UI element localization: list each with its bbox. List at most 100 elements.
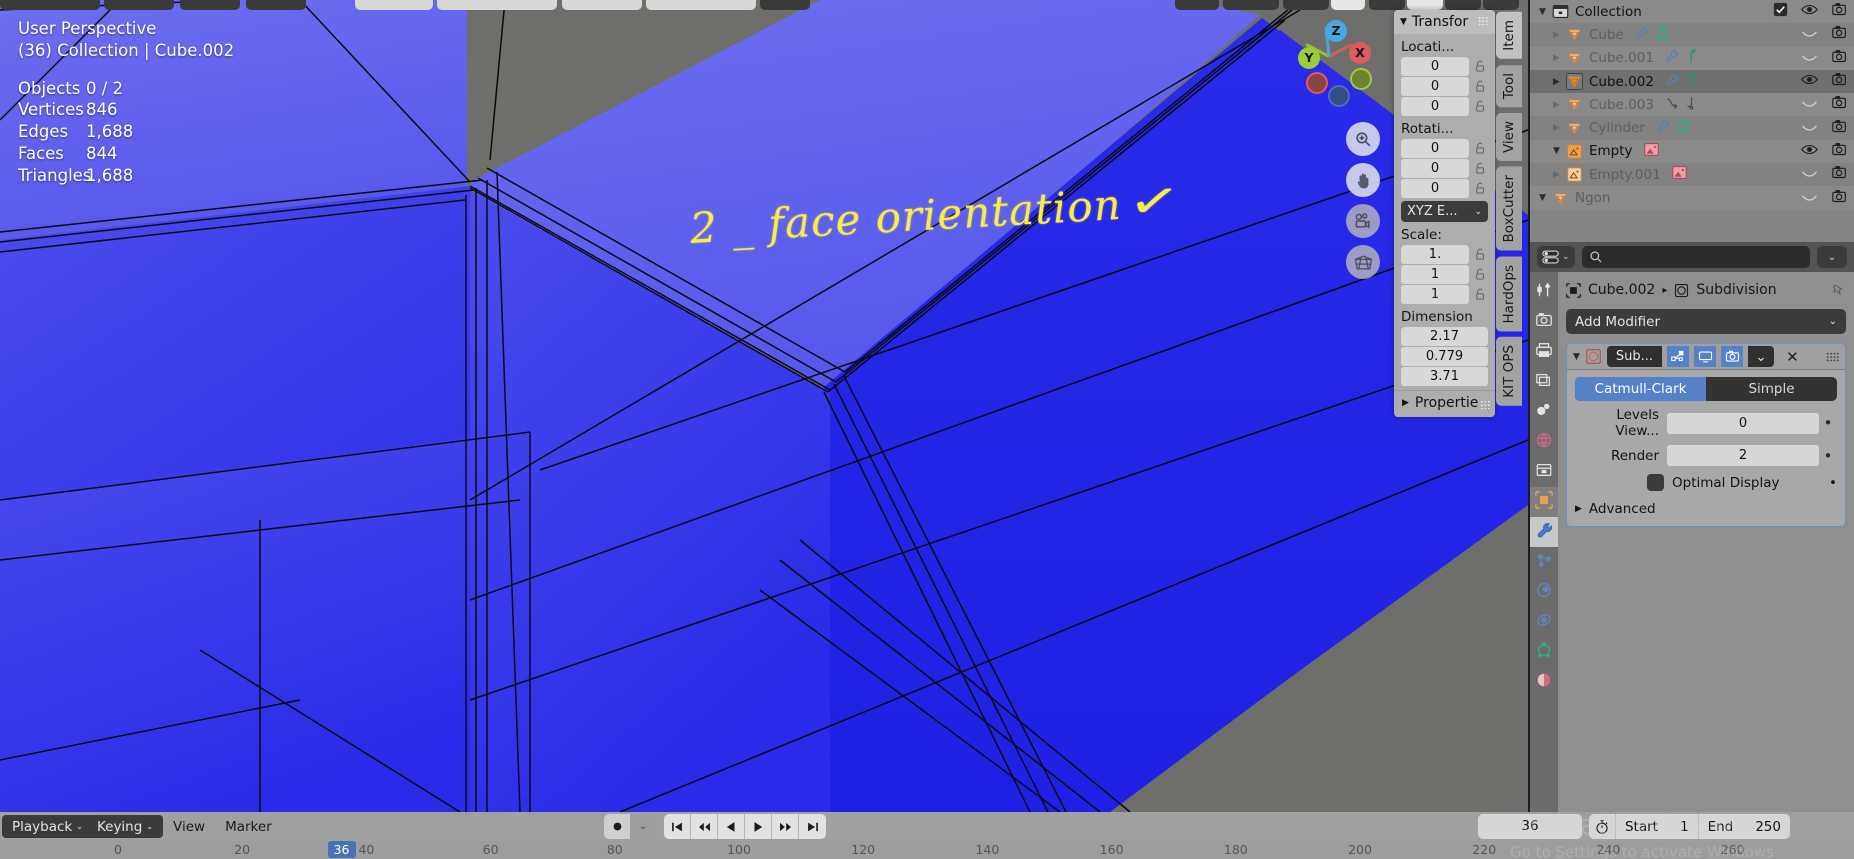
outliner-editor[interactable]: ▼ Collection ▶ Cube ▶ Cube.001 ▶ Cube.002 ▶ Cube.… — [1530, 0, 1854, 242]
camera-icon[interactable] — [1831, 119, 1848, 138]
viewport-toolbar-cropped[interactable] — [0, 0, 1528, 11]
wrench-icon[interactable] — [1655, 118, 1671, 138]
n-panel-item-tab[interactable]: ▼ Transfor Locati... 000 Rotati... 000 X… — [1394, 10, 1495, 417]
edit-mode-icon[interactable] — [1667, 346, 1690, 367]
properties-tab-particles[interactable] — [1530, 547, 1558, 577]
scale-row[interactable]: 1 — [1401, 285, 1488, 304]
rotation-mode-dropdown[interactable]: XYZ E... ⌄ — [1401, 201, 1488, 222]
subdivision-type-simple[interactable]: Simple — [1706, 377, 1837, 401]
eye-closed-icon[interactable] — [1801, 50, 1818, 67]
realtime-icon[interactable] — [1694, 346, 1717, 367]
eye-closed-icon[interactable] — [1801, 120, 1818, 137]
properties-subpanel-header[interactable]: ▶ Propertie — [1394, 390, 1495, 411]
render-levels-row[interactable]: Render 2 • — [1575, 445, 1837, 466]
scale-row[interactable]: 1 — [1401, 265, 1488, 284]
outliner-item-icons[interactable] — [1634, 25, 1671, 45]
rotation-row[interactable]: 0 — [1401, 179, 1488, 198]
3d-viewport[interactable]: User Perspective (36) Collection | Cube.… — [0, 0, 1528, 812]
camera-icon[interactable] — [1831, 2, 1848, 21]
location-row[interactable]: 0 — [1401, 97, 1488, 116]
properties-tab-modifier[interactable] — [1530, 517, 1558, 547]
toolbar-chip[interactable] — [355, 0, 433, 10]
curve-icon[interactable] — [1664, 95, 1680, 115]
toolbar-chip[interactable] — [104, 0, 174, 10]
transport-controls[interactable]: ⌄ — [604, 814, 826, 839]
chevron-down-icon[interactable]: ▼ — [1535, 7, 1550, 17]
render-levels-field[interactable]: 2 — [1667, 445, 1819, 466]
properties-tab-render[interactable] — [1530, 307, 1558, 337]
timeline-editor[interactable]: Playback ⌄ Keying ⌄ View Marker ⌄ 36 Sta… — [0, 812, 1854, 859]
outliner-item-label[interactable]: Cube.001 — [1585, 50, 1654, 66]
location-row[interactable]: 0 — [1401, 77, 1488, 96]
pin-icon[interactable] — [1831, 283, 1846, 298]
image-icon[interactable] — [1671, 164, 1688, 185]
optimal-display-row[interactable]: Optimal Display • — [1575, 474, 1837, 491]
n-panel-tabs[interactable]: Item Tool View BoxCutter HardOps KIT OPS — [1496, 12, 1522, 412]
outliner-item-icons[interactable] — [1643, 141, 1660, 162]
camera-icon[interactable] — [1831, 189, 1848, 208]
properties-tab-output[interactable] — [1530, 337, 1558, 367]
rotation-field[interactable]: 0 — [1401, 139, 1469, 158]
chevron-down-icon[interactable]: ▼ — [1549, 146, 1564, 156]
auto-keying-dropdown[interactable]: ⌄ — [630, 814, 656, 839]
transform-panel-header[interactable]: ▼ Transfor — [1394, 10, 1495, 34]
chevron-down-icon[interactable]: ▼ — [1573, 352, 1580, 362]
outliner-row[interactable]: ▶ Cube.002 — [1530, 69, 1854, 94]
dimension-row[interactable]: 0.779 — [1401, 347, 1488, 366]
levels-viewport-field[interactable]: 0 — [1667, 412, 1819, 434]
outliner-item-label[interactable]: Empty — [1585, 143, 1633, 159]
scale-field[interactable]: 1 — [1401, 265, 1469, 284]
wrench-icon[interactable] — [1634, 25, 1650, 45]
dimension-field[interactable]: 0.779 — [1401, 347, 1488, 366]
jump-end-icon[interactable] — [799, 814, 826, 839]
modifier-header[interactable]: ▼ Sub... ⌄ ✕ — [1567, 344, 1845, 370]
location-field[interactable]: 0 — [1401, 97, 1469, 116]
frame-controls[interactable]: 36 Start 1 End 250 — [1477, 814, 1790, 839]
n-panel-tab-tool[interactable]: Tool — [1496, 64, 1522, 107]
n-panel-tab-kit-ops[interactable]: KIT OPS — [1496, 337, 1522, 406]
scale-row[interactable]: 1. — [1401, 245, 1488, 264]
modifier-body[interactable]: Catmull-Clark Simple Levels View... 0 • R… — [1567, 370, 1845, 526]
eye-open-icon[interactable] — [1801, 143, 1818, 160]
outliner-visibility-controls[interactable] — [1801, 25, 1848, 44]
gizmo-axis-neg-x[interactable] — [1306, 72, 1328, 94]
camera-icon[interactable] — [1831, 25, 1848, 44]
gizmo-axis-neg-y[interactable] — [1350, 68, 1372, 90]
properties-tab-object[interactable] — [1530, 487, 1558, 517]
properties-tab-scene[interactable] — [1530, 397, 1558, 427]
properties-tab-constraints[interactable] — [1530, 607, 1558, 637]
wrench-icon[interactable] — [1664, 48, 1680, 68]
toolbar-chip[interactable] — [1407, 0, 1443, 10]
animate-property-dot[interactable]: • — [1819, 447, 1837, 465]
filter-dropdown-button[interactable]: ⌄ — [1817, 246, 1847, 268]
outliner-row[interactable]: ▼ Empty — [1530, 139, 1854, 164]
properties-tab-physics[interactable] — [1530, 577, 1558, 607]
eye-closed-icon[interactable] — [1801, 26, 1818, 43]
outliner-visibility-controls[interactable] — [1801, 49, 1848, 68]
scale-field[interactable]: 1 — [1401, 285, 1469, 304]
toolbar-chip[interactable] — [1175, 0, 1219, 10]
rotation-field[interactable]: 0 — [1401, 179, 1469, 198]
play-icon[interactable] — [745, 814, 772, 839]
toolbar-chip[interactable] — [1223, 0, 1279, 10]
dimensions-fields[interactable]: 2.17 0.779 3.71 — [1401, 327, 1488, 386]
dimension-row[interactable]: 2.17 — [1401, 327, 1488, 346]
outliner-item-icons[interactable] — [1664, 48, 1699, 68]
outliner-visibility-controls[interactable] — [1801, 119, 1848, 138]
lock-icon[interactable] — [1473, 79, 1488, 94]
eye-closed-icon[interactable] — [1801, 96, 1818, 113]
navigation-gizmo[interactable]: X Y Z — [1292, 18, 1372, 107]
properties-tab-tool[interactable] — [1530, 277, 1558, 307]
outliner-item-label[interactable]: Cube.003 — [1585, 97, 1654, 113]
chevron-right-icon[interactable]: ▶ — [1549, 100, 1564, 110]
outliner-visibility-controls[interactable] — [1801, 189, 1848, 208]
hand-icon[interactable] — [1346, 163, 1380, 197]
properties-tab-view-layer[interactable] — [1530, 367, 1558, 397]
toolbar-chip[interactable] — [760, 0, 810, 10]
image-icon[interactable] — [1643, 141, 1660, 162]
properties-tab-collection[interactable] — [1530, 457, 1558, 487]
prev-keyframe-icon[interactable] — [691, 814, 718, 839]
camera-icon[interactable] — [1831, 49, 1848, 68]
outliner-item-icons[interactable] — [1655, 118, 1692, 138]
end-frame-cell[interactable]: End 250 — [1697, 814, 1790, 839]
